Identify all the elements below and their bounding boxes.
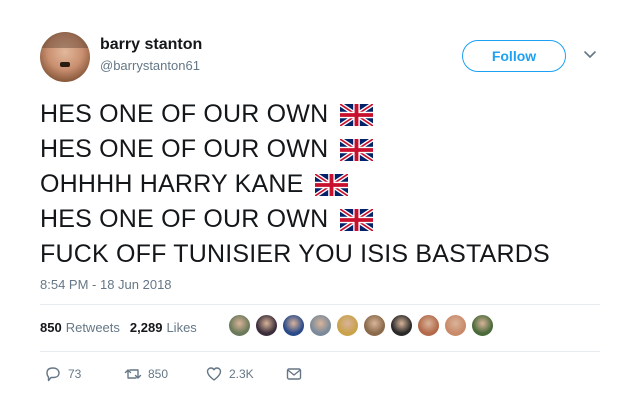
reply-icon	[46, 367, 60, 382]
liker-avatar[interactable]	[255, 314, 278, 337]
tweet-line: OHHHH HARRY KANE	[40, 167, 620, 202]
engagement-stats: 850 Retweets 2,289 Likes	[40, 320, 197, 335]
tweet-line-text: OHHHH HARRY KANE	[40, 170, 304, 198]
like-button[interactable]: 2.3K	[205, 365, 254, 383]
liker-avatar[interactable]	[309, 314, 332, 337]
likers-avatars	[228, 314, 498, 340]
retweets-stat[interactable]: 850 Retweets	[40, 320, 120, 335]
liker-avatar[interactable]	[228, 314, 251, 337]
tweet-text: HES ONE OF OUR OWN HES ONE OF OUR OWN OHHH…	[40, 97, 620, 272]
divider	[40, 304, 600, 305]
liker-avatar[interactable]	[336, 314, 359, 337]
likes-label: Likes	[166, 320, 197, 335]
tweet-actions: 73 850 2.3K	[40, 365, 440, 389]
retweets-label: Retweets	[65, 320, 120, 335]
likes-count: 2,289	[129, 320, 163, 335]
liker-avatar[interactable]	[363, 314, 386, 337]
follow-button[interactable]: Follow	[462, 40, 566, 72]
tweet-line-text: HES ONE OF OUR OWN	[40, 135, 329, 163]
timestamp[interactable]: 8:54 PM - 18 Jun 2018	[40, 277, 172, 292]
tweet-line: HES ONE OF OUR OWN	[40, 202, 620, 237]
user-handle[interactable]: @barrystanton61	[100, 58, 200, 73]
retweet-icon	[124, 369, 142, 379]
tweet-card: barry stanton @barrystanton61 Follow HES…	[0, 0, 640, 413]
envelope-icon	[286, 368, 302, 380]
heart-icon	[206, 367, 222, 381]
tweet-line-text: HES ONE OF OUR OWN	[40, 100, 329, 128]
divider	[40, 351, 600, 352]
liker-avatar[interactable]	[417, 314, 440, 337]
chevron-down-icon[interactable]	[583, 50, 597, 60]
liker-avatar[interactable]	[282, 314, 305, 337]
liker-avatar[interactable]	[471, 314, 494, 337]
tweet-line: FUCK OFF TUNISIER YOU ISIS BASTARDS	[40, 237, 620, 272]
union-jack-flag-icon	[340, 138, 374, 161]
retweet-button[interactable]: 850	[124, 365, 168, 383]
avatar[interactable]	[40, 32, 90, 82]
tweet-line: HES ONE OF OUR OWN	[40, 132, 620, 167]
union-jack-flag-icon	[340, 208, 374, 231]
reply-count: 73	[68, 367, 82, 381]
like-count: 2.3K	[229, 367, 254, 381]
union-jack-flag-icon	[315, 173, 349, 196]
retweet-count: 850	[148, 367, 169, 381]
liker-avatar[interactable]	[444, 314, 467, 337]
user-name[interactable]: barry stanton	[100, 36, 202, 54]
union-jack-flag-icon	[340, 103, 374, 126]
retweets-count: 850	[40, 320, 62, 335]
reply-button[interactable]: 73	[44, 365, 81, 383]
liker-avatar[interactable]	[390, 314, 413, 337]
tweet-line-text: FUCK OFF TUNISIER YOU ISIS BASTARDS	[40, 240, 550, 268]
tweet-line-text: HES ONE OF OUR OWN	[40, 205, 329, 233]
likes-stat[interactable]: 2,289 Likes	[130, 320, 197, 335]
tweet-line: HES ONE OF OUR OWN	[40, 97, 620, 132]
direct-message-button[interactable]	[285, 365, 303, 383]
